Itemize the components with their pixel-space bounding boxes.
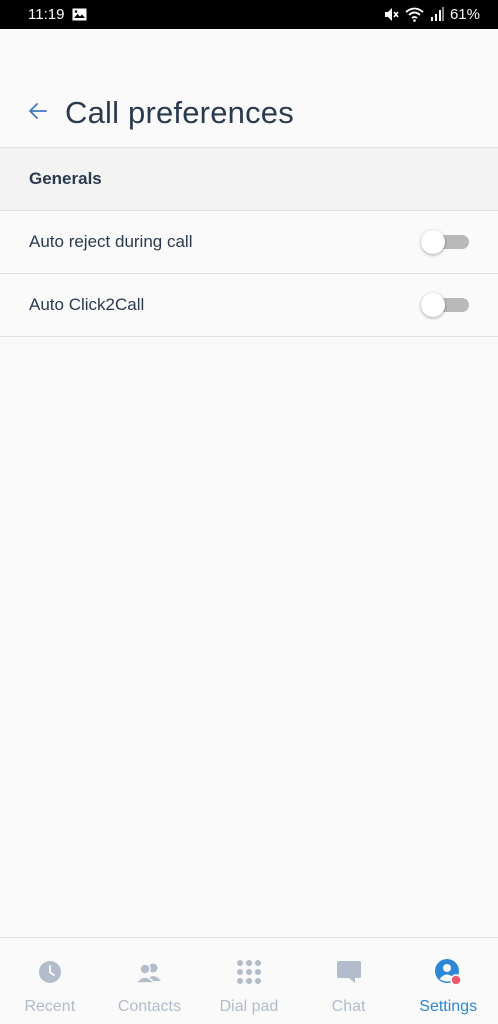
status-left: 11:19: [28, 6, 87, 23]
mute-icon: [383, 7, 399, 22]
chat-icon: [335, 958, 363, 986]
toggle-knob: [421, 230, 445, 254]
status-time: 11:19: [28, 6, 65, 23]
battery-level: 61%: [449, 6, 480, 23]
nav-label-chat: Chat: [331, 998, 366, 1015]
setting-label: Auto reject during call: [29, 232, 193, 251]
setting-row-auto-reject: Auto reject during call: [0, 211, 498, 274]
back-button[interactable]: [24, 97, 52, 125]
bottom-nav: Recent Contacts Dial pad Chat Settings: [0, 937, 498, 1024]
nav-item-settings[interactable]: Settings: [398, 938, 498, 1024]
setting-label: Auto Click2Call: [29, 295, 145, 314]
status-right: 61%: [383, 6, 480, 23]
nav-label-dialpad: Dial pad: [219, 998, 279, 1015]
image-icon: [72, 8, 87, 21]
signal-icon: [430, 7, 444, 22]
wifi-icon: [405, 7, 424, 22]
contacts-icon: [135, 958, 163, 986]
nav-item-dialpad[interactable]: Dial pad: [199, 938, 299, 1024]
status-bar: 11:19 61%: [0, 0, 498, 29]
auto-click2call-toggle[interactable]: [421, 293, 469, 317]
nav-label-recent: Recent: [24, 998, 76, 1015]
section-header-generals: Generals: [0, 147, 498, 211]
nav-label-settings: Settings: [419, 998, 478, 1015]
page-title: Call preferences: [65, 95, 294, 130]
clock-icon: [36, 958, 64, 986]
nav-item-contacts[interactable]: Contacts: [100, 938, 200, 1024]
nav-item-recent[interactable]: Recent: [0, 938, 100, 1024]
toggle-knob: [421, 293, 445, 317]
auto-reject-toggle[interactable]: [421, 230, 469, 254]
dialpad-icon: [235, 958, 263, 986]
nav-item-chat[interactable]: Chat: [299, 938, 399, 1024]
arrow-left-icon: [29, 103, 47, 119]
setting-row-auto-click2call: Auto Click2Call: [0, 274, 498, 337]
app-header: Call preferences: [0, 29, 498, 147]
nav-label-contacts: Contacts: [117, 998, 181, 1015]
settings-user-icon: [434, 958, 462, 986]
